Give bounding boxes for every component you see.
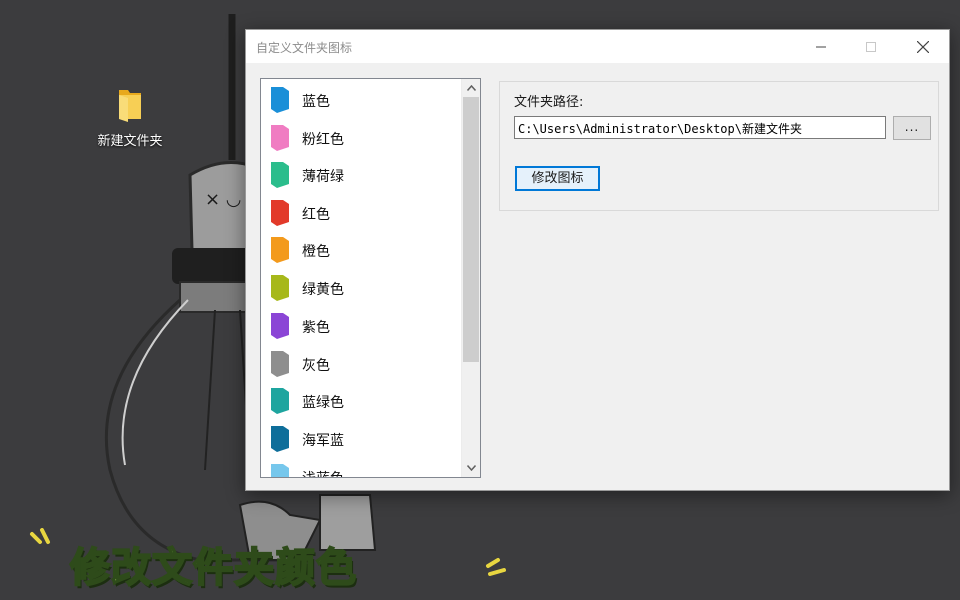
overlay-caption: 修改文件夹颜色	[69, 544, 357, 592]
list-item-label: 粉红色	[302, 132, 344, 148]
list-item-label: 绿黄色	[302, 282, 344, 298]
chevron-up-icon	[467, 84, 476, 91]
folder-color-icon	[271, 87, 289, 113]
folder-color-icon	[271, 388, 289, 414]
list-item[interactable]: 海军蓝	[261, 420, 460, 458]
folder-color-icon	[271, 313, 289, 339]
sparkle-icon	[30, 528, 50, 544]
list-item-label: 红色	[302, 207, 330, 223]
folder-color-icon	[271, 162, 289, 188]
folder-color-icon	[271, 464, 289, 477]
sparkle-icon	[486, 558, 506, 576]
folder-color-icon	[271, 125, 289, 151]
list-item-label: 蓝色	[302, 94, 330, 110]
list-scrollbar[interactable]	[461, 79, 480, 477]
folder-color-icon	[271, 200, 289, 226]
folder-color-icon	[271, 237, 289, 263]
list-item[interactable]: 红色	[261, 194, 460, 232]
list-item-label: 紫色	[302, 320, 330, 336]
maximize-icon	[866, 41, 876, 52]
chevron-down-icon	[467, 464, 476, 471]
title-bar[interactable]: 自定义文件夹图标	[246, 30, 949, 63]
list-item[interactable]: 橙色	[261, 231, 460, 269]
list-item[interactable]: 绿黄色	[261, 269, 460, 307]
list-item[interactable]: 蓝色	[261, 81, 460, 119]
list-item[interactable]: 粉红色	[261, 119, 460, 157]
scroll-thumb[interactable]	[463, 97, 479, 362]
folder-color-icon	[271, 275, 289, 301]
scroll-up-button[interactable]	[462, 79, 480, 96]
list-item-label: 浅蓝色	[302, 468, 344, 477]
list-item-label: 灰色	[302, 358, 330, 374]
list-item-label: 蓝绿色	[302, 395, 344, 411]
list-item[interactable]: 浅蓝色	[261, 458, 460, 477]
folder-color-icon	[271, 351, 289, 377]
browse-button[interactable]: ...	[893, 116, 931, 140]
scroll-down-button[interactable]	[462, 459, 480, 476]
folder-icon	[116, 86, 144, 122]
minimize-icon	[816, 46, 826, 47]
list-item-label: 橙色	[302, 244, 330, 260]
window-title: 自定义文件夹图标	[256, 41, 353, 55]
folder-path-label: 文件夹路径:	[514, 95, 584, 110]
list-item-label: 海军蓝	[302, 433, 344, 449]
list-item[interactable]: 蓝绿色	[261, 382, 460, 420]
folder-path-field[interactable]: C:\Users\Administrator\Desktop\新建文件夹	[514, 116, 886, 139]
folder-color-icon	[271, 426, 289, 452]
desktop-folder-icon[interactable]: 新建文件夹	[88, 86, 172, 149]
list-item[interactable]: 紫色	[261, 307, 460, 345]
close-button[interactable]	[900, 30, 946, 63]
folder-path-group: 文件夹路径: C:\Users\Administrator\Desktop\新建…	[499, 81, 939, 211]
list-item[interactable]: 灰色	[261, 345, 460, 383]
desktop-folder-label: 新建文件夹	[97, 134, 163, 149]
close-icon	[917, 40, 929, 53]
color-list[interactable]: 蓝色 粉红色 薄荷绿 红色 橙色 绿黄色 紫色 灰色 蓝绿色 海军蓝	[260, 78, 481, 478]
list-item-label: 薄荷绿	[302, 169, 344, 185]
maximize-button[interactable]	[848, 30, 894, 63]
minimize-button[interactable]	[798, 30, 844, 63]
custom-folder-icon-window: 自定义文件夹图标 蓝色 粉红色 薄荷绿 红色 橙色 绿黄色 紫色 灰色 蓝绿色 …	[245, 29, 950, 491]
modify-icon-button[interactable]: 修改图标	[515, 166, 600, 191]
list-item[interactable]: 薄荷绿	[261, 156, 460, 194]
